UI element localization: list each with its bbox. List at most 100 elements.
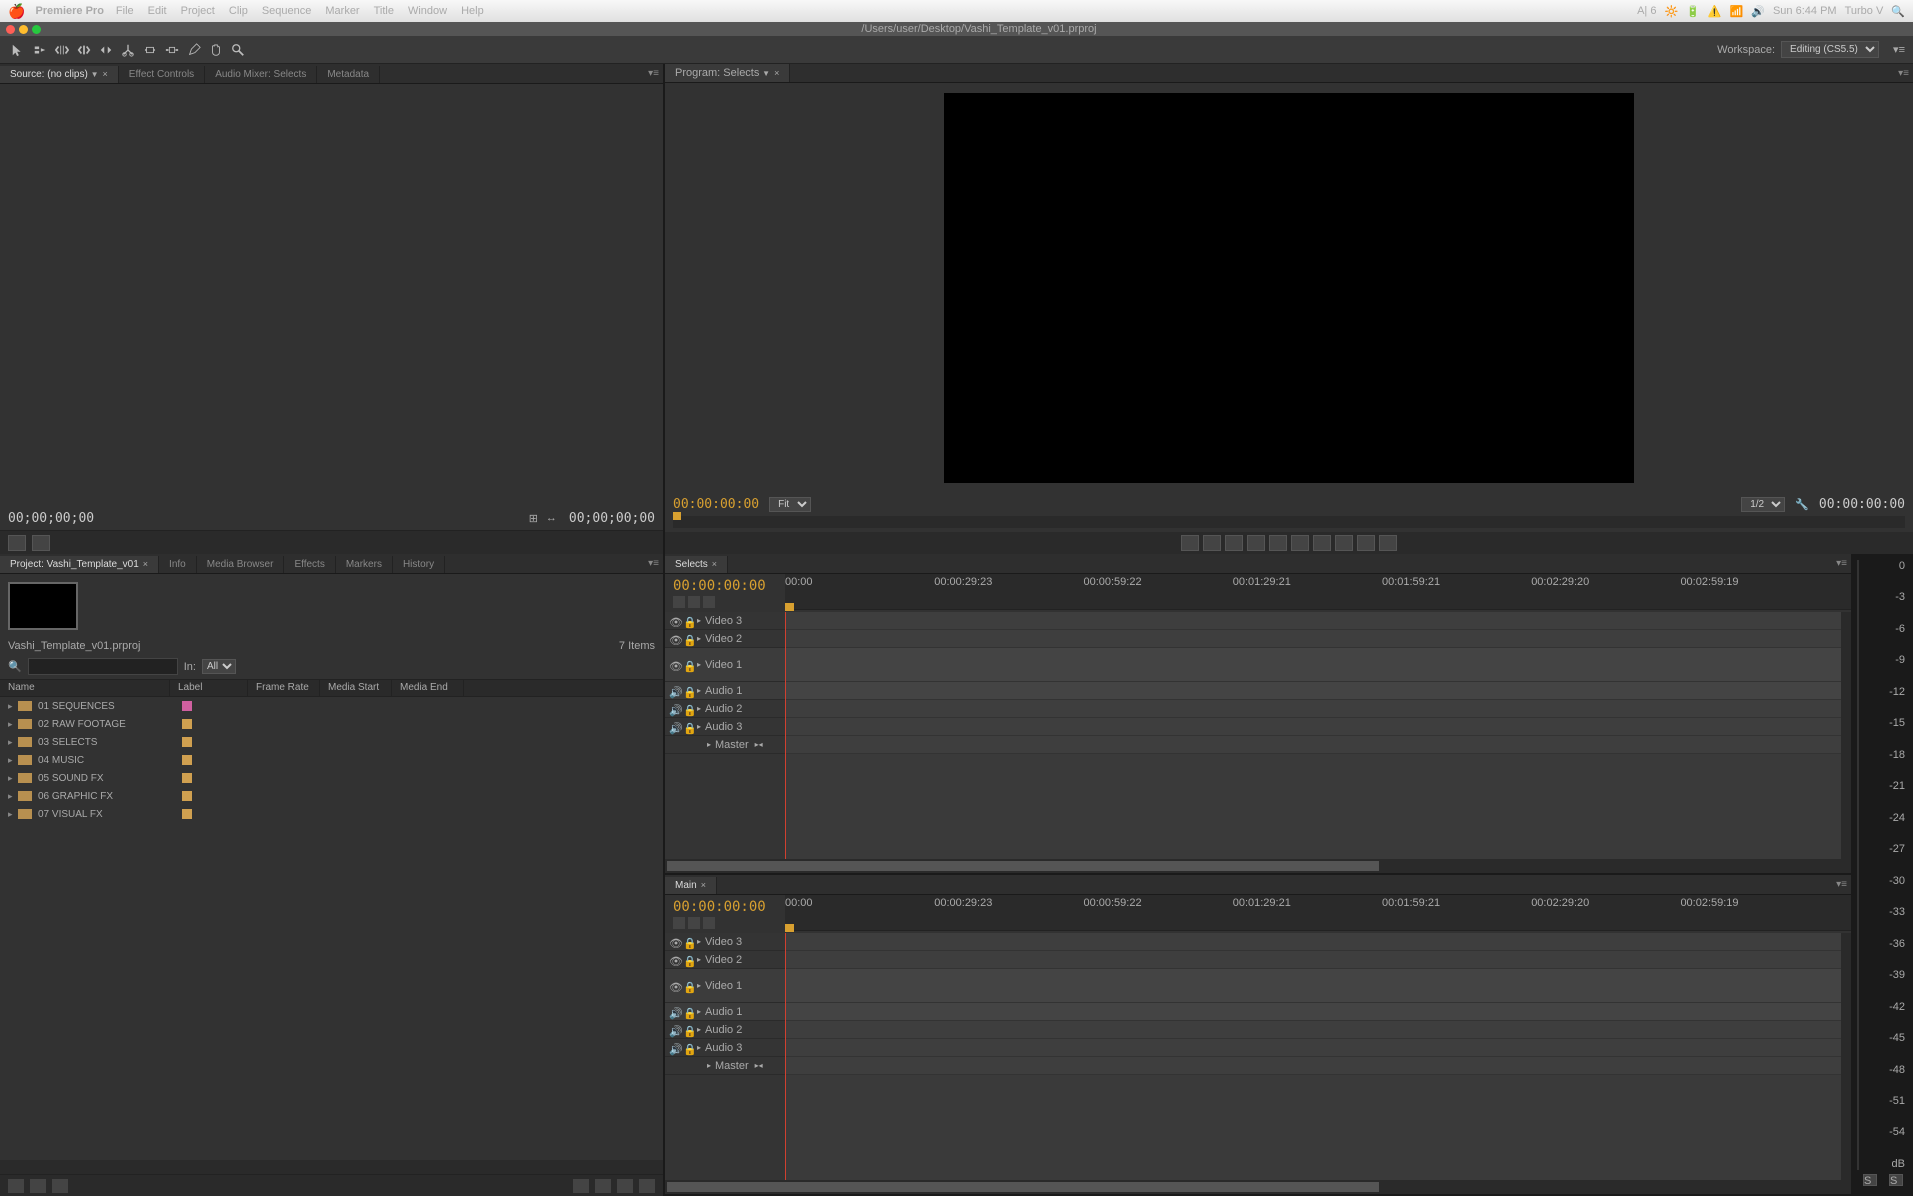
master-track-header[interactable]: ▸Master▸◂ (665, 736, 785, 754)
mark-in-button[interactable] (1181, 535, 1199, 551)
audio-track-header[interactable]: 🔊🔒▸Audio 2 (665, 700, 785, 718)
audio-track-header[interactable]: 🔊🔒▸Audio 2 (665, 1021, 785, 1039)
twirl-icon[interactable]: ▸ (697, 704, 701, 713)
audio-track-header[interactable]: 🔊🔒▸Audio 1 (665, 1003, 785, 1021)
bin-row[interactable]: ▸05 SOUND FX (0, 769, 663, 787)
twirl-icon[interactable]: ▸ (697, 616, 701, 625)
settings-button[interactable] (703, 596, 715, 608)
panel-flyout-icon[interactable]: ▾≡ (1898, 68, 1909, 79)
find-button[interactable] (573, 1179, 589, 1193)
tab-info[interactable]: Info (159, 556, 197, 573)
col-label[interactable]: Label (170, 680, 248, 696)
toggle-track-output-icon[interactable]: 👁 (669, 981, 679, 991)
twirl-icon[interactable]: ▸ (697, 722, 701, 731)
label-swatch[interactable] (182, 773, 192, 783)
audio-track[interactable] (785, 1021, 1851, 1039)
program-duration[interactable]: 00:00:00:00 (1819, 497, 1905, 512)
twirl-icon[interactable]: ▸ (8, 737, 18, 748)
workspace-select[interactable]: Editing (CS5.5) (1781, 41, 1879, 58)
delete-button[interactable] (639, 1179, 655, 1193)
lock-icon[interactable]: 🔒 (683, 722, 693, 732)
master-track-header[interactable]: ▸Master▸◂ (665, 1057, 785, 1075)
twirl-icon[interactable]: ▸ (8, 809, 18, 820)
lock-icon[interactable]: 🔒 (683, 704, 693, 714)
slide-tool[interactable] (162, 40, 182, 60)
zoom-tool[interactable] (228, 40, 248, 60)
lock-icon[interactable]: 🔒 (683, 686, 693, 696)
panel-flyout-icon[interactable]: ▾≡ (1836, 879, 1847, 890)
settings-button[interactable] (703, 917, 715, 929)
lock-icon[interactable]: 🔒 (683, 634, 693, 644)
lock-icon[interactable]: 🔒 (683, 1007, 693, 1017)
column-headers[interactable]: Name Label Frame Rate Media Start Media … (0, 679, 663, 697)
audio-track-header[interactable]: 🔊🔒▸Audio 3 (665, 1039, 785, 1057)
go-to-out-button[interactable] (1313, 535, 1331, 551)
tab-effect-controls[interactable]: Effect Controls (119, 66, 205, 83)
audio-track[interactable] (785, 700, 1851, 718)
close-window-button[interactable] (6, 25, 15, 34)
play-button[interactable] (1269, 535, 1287, 551)
step-back-button[interactable] (1247, 535, 1265, 551)
toggle-track-output-icon[interactable]: 👁 (669, 660, 679, 670)
timeline-tracks[interactable] (785, 612, 1851, 859)
lock-icon[interactable]: 🔒 (683, 1025, 693, 1035)
ripple-edit-tool[interactable] (52, 40, 72, 60)
user-menu[interactable]: Turbo V (1845, 5, 1884, 17)
playhead-marker[interactable] (673, 512, 681, 520)
step-forward-button[interactable] (1291, 535, 1309, 551)
lock-icon[interactable]: 🔒 (683, 937, 693, 947)
v-scrollbar[interactable] (1841, 933, 1851, 1180)
mark-in-button[interactable] (8, 535, 26, 551)
new-item-button[interactable] (617, 1179, 633, 1193)
twirl-icon[interactable]: ▸ (707, 740, 711, 749)
tab-effects[interactable]: Effects (284, 556, 335, 573)
search-input[interactable] (28, 658, 178, 675)
source-viewer[interactable] (0, 84, 663, 506)
tab-program[interactable]: Program: Selects ▼× (665, 64, 790, 82)
menu-project[interactable]: Project (181, 5, 215, 17)
twirl-icon[interactable]: ▸ (8, 701, 18, 712)
close-icon[interactable]: × (103, 69, 108, 79)
label-swatch[interactable] (182, 809, 192, 819)
audio-track[interactable] (785, 682, 1851, 700)
close-icon[interactable]: × (774, 68, 779, 78)
video-track[interactable] (785, 630, 1851, 648)
twirl-icon[interactable]: ▸ (8, 773, 18, 784)
resolution-select[interactable]: 1/2 (1741, 497, 1785, 512)
tab-media-browser[interactable]: Media Browser (197, 556, 285, 573)
video-track-header[interactable]: 👁🔒▸Video 3 (665, 933, 785, 951)
bin-row[interactable]: ▸03 SELECTS (0, 733, 663, 751)
bin-row[interactable]: ▸04 MUSIC (0, 751, 663, 769)
mark-out-button[interactable] (1203, 535, 1221, 551)
snap-button[interactable] (673, 596, 685, 608)
bin-row[interactable]: ▸01 SEQUENCES (0, 697, 663, 715)
toggle-track-output-icon[interactable]: 👁 (669, 955, 679, 965)
playhead-indicator[interactable] (785, 603, 794, 611)
video-track[interactable] (785, 969, 1851, 1003)
lock-icon[interactable]: 🔒 (683, 955, 693, 965)
video-track[interactable] (785, 951, 1851, 969)
twirl-icon[interactable]: ▸ (697, 1025, 701, 1034)
menu-file[interactable]: File (116, 5, 134, 17)
automate-button[interactable] (52, 1179, 68, 1193)
twirl-icon[interactable]: ▸ (697, 981, 701, 990)
icon-view-button[interactable] (30, 1179, 46, 1193)
mute-icon[interactable]: 🔊 (669, 1043, 679, 1053)
label-swatch[interactable] (182, 701, 192, 711)
solo-left-button[interactable]: S (1863, 1174, 1877, 1186)
timeline-timecode[interactable]: 00:00:00:00 (673, 899, 777, 915)
twirl-icon[interactable]: ▸ (697, 1007, 701, 1016)
rate-stretch-tool[interactable] (96, 40, 116, 60)
audio-track[interactable] (785, 1039, 1851, 1057)
master-track[interactable] (785, 736, 1851, 754)
time-ruler[interactable]: 00:0000:00:29:2300:00:59:2200:01:29:2100… (785, 574, 1851, 610)
toggle-track-output-icon[interactable]: 👁 (669, 937, 679, 947)
col-framerate[interactable]: Frame Rate (248, 680, 320, 696)
master-track[interactable] (785, 1057, 1851, 1075)
settings-icon[interactable]: 🔧 (1795, 498, 1809, 511)
program-timecode[interactable]: 00:00:00:00 (673, 497, 759, 512)
lock-icon[interactable]: 🔒 (683, 1043, 693, 1053)
toggle-track-output-icon[interactable]: 👁 (669, 634, 679, 644)
v-scrollbar[interactable] (1841, 612, 1851, 859)
tab-sequence[interactable]: Main× (665, 877, 717, 894)
